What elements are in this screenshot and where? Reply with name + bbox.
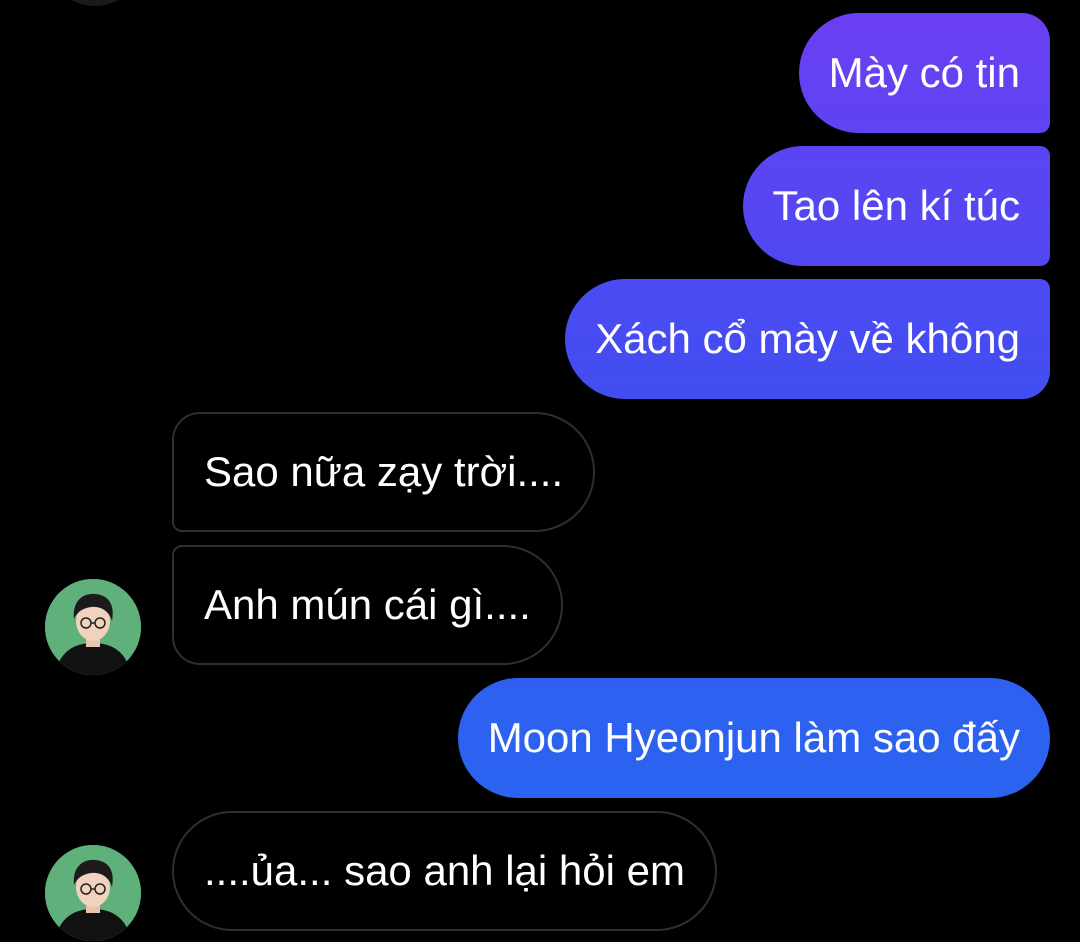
message-text: Moon Hyeonjun làm sao đấy <box>487 714 1020 761</box>
previous-avatar-fragment <box>55 0 135 6</box>
contact-avatar[interactable] <box>45 579 141 675</box>
chat-thread: Mày có tin Tao lên kí túc Xách cổ mày về… <box>0 0 1080 942</box>
message-bubble-outgoing[interactable]: Mày có tin <box>798 13 1050 133</box>
message-text: ....ủa... sao anh lại hỏi em <box>204 847 685 894</box>
contact-avatar[interactable] <box>45 845 141 941</box>
message-bubble-incoming[interactable]: Sao nữa zạy trời.... <box>172 412 596 532</box>
message-bubble-outgoing[interactable]: Xách cổ mày về không <box>565 279 1050 399</box>
message-bubble-incoming[interactable]: Anh mún cái gì.... <box>172 545 563 665</box>
message-text: Xách cổ mày về không <box>595 315 1020 362</box>
message-bubble-outgoing[interactable]: Tao lên kí túc <box>742 146 1050 266</box>
avatar-portrait-icon <box>45 579 141 675</box>
message-text: Sao nữa zạy trời.... <box>204 448 564 495</box>
message-text: Tao lên kí túc <box>772 182 1020 229</box>
message-bubble-outgoing[interactable]: Moon Hyeonjun làm sao đấy <box>457 678 1050 798</box>
avatar-portrait-icon <box>45 845 141 941</box>
message-bubble-incoming[interactable]: ....ủa... sao anh lại hỏi em <box>172 811 717 931</box>
message-text: Anh mún cái gì.... <box>204 581 531 628</box>
message-text: Mày có tin <box>828 49 1020 96</box>
